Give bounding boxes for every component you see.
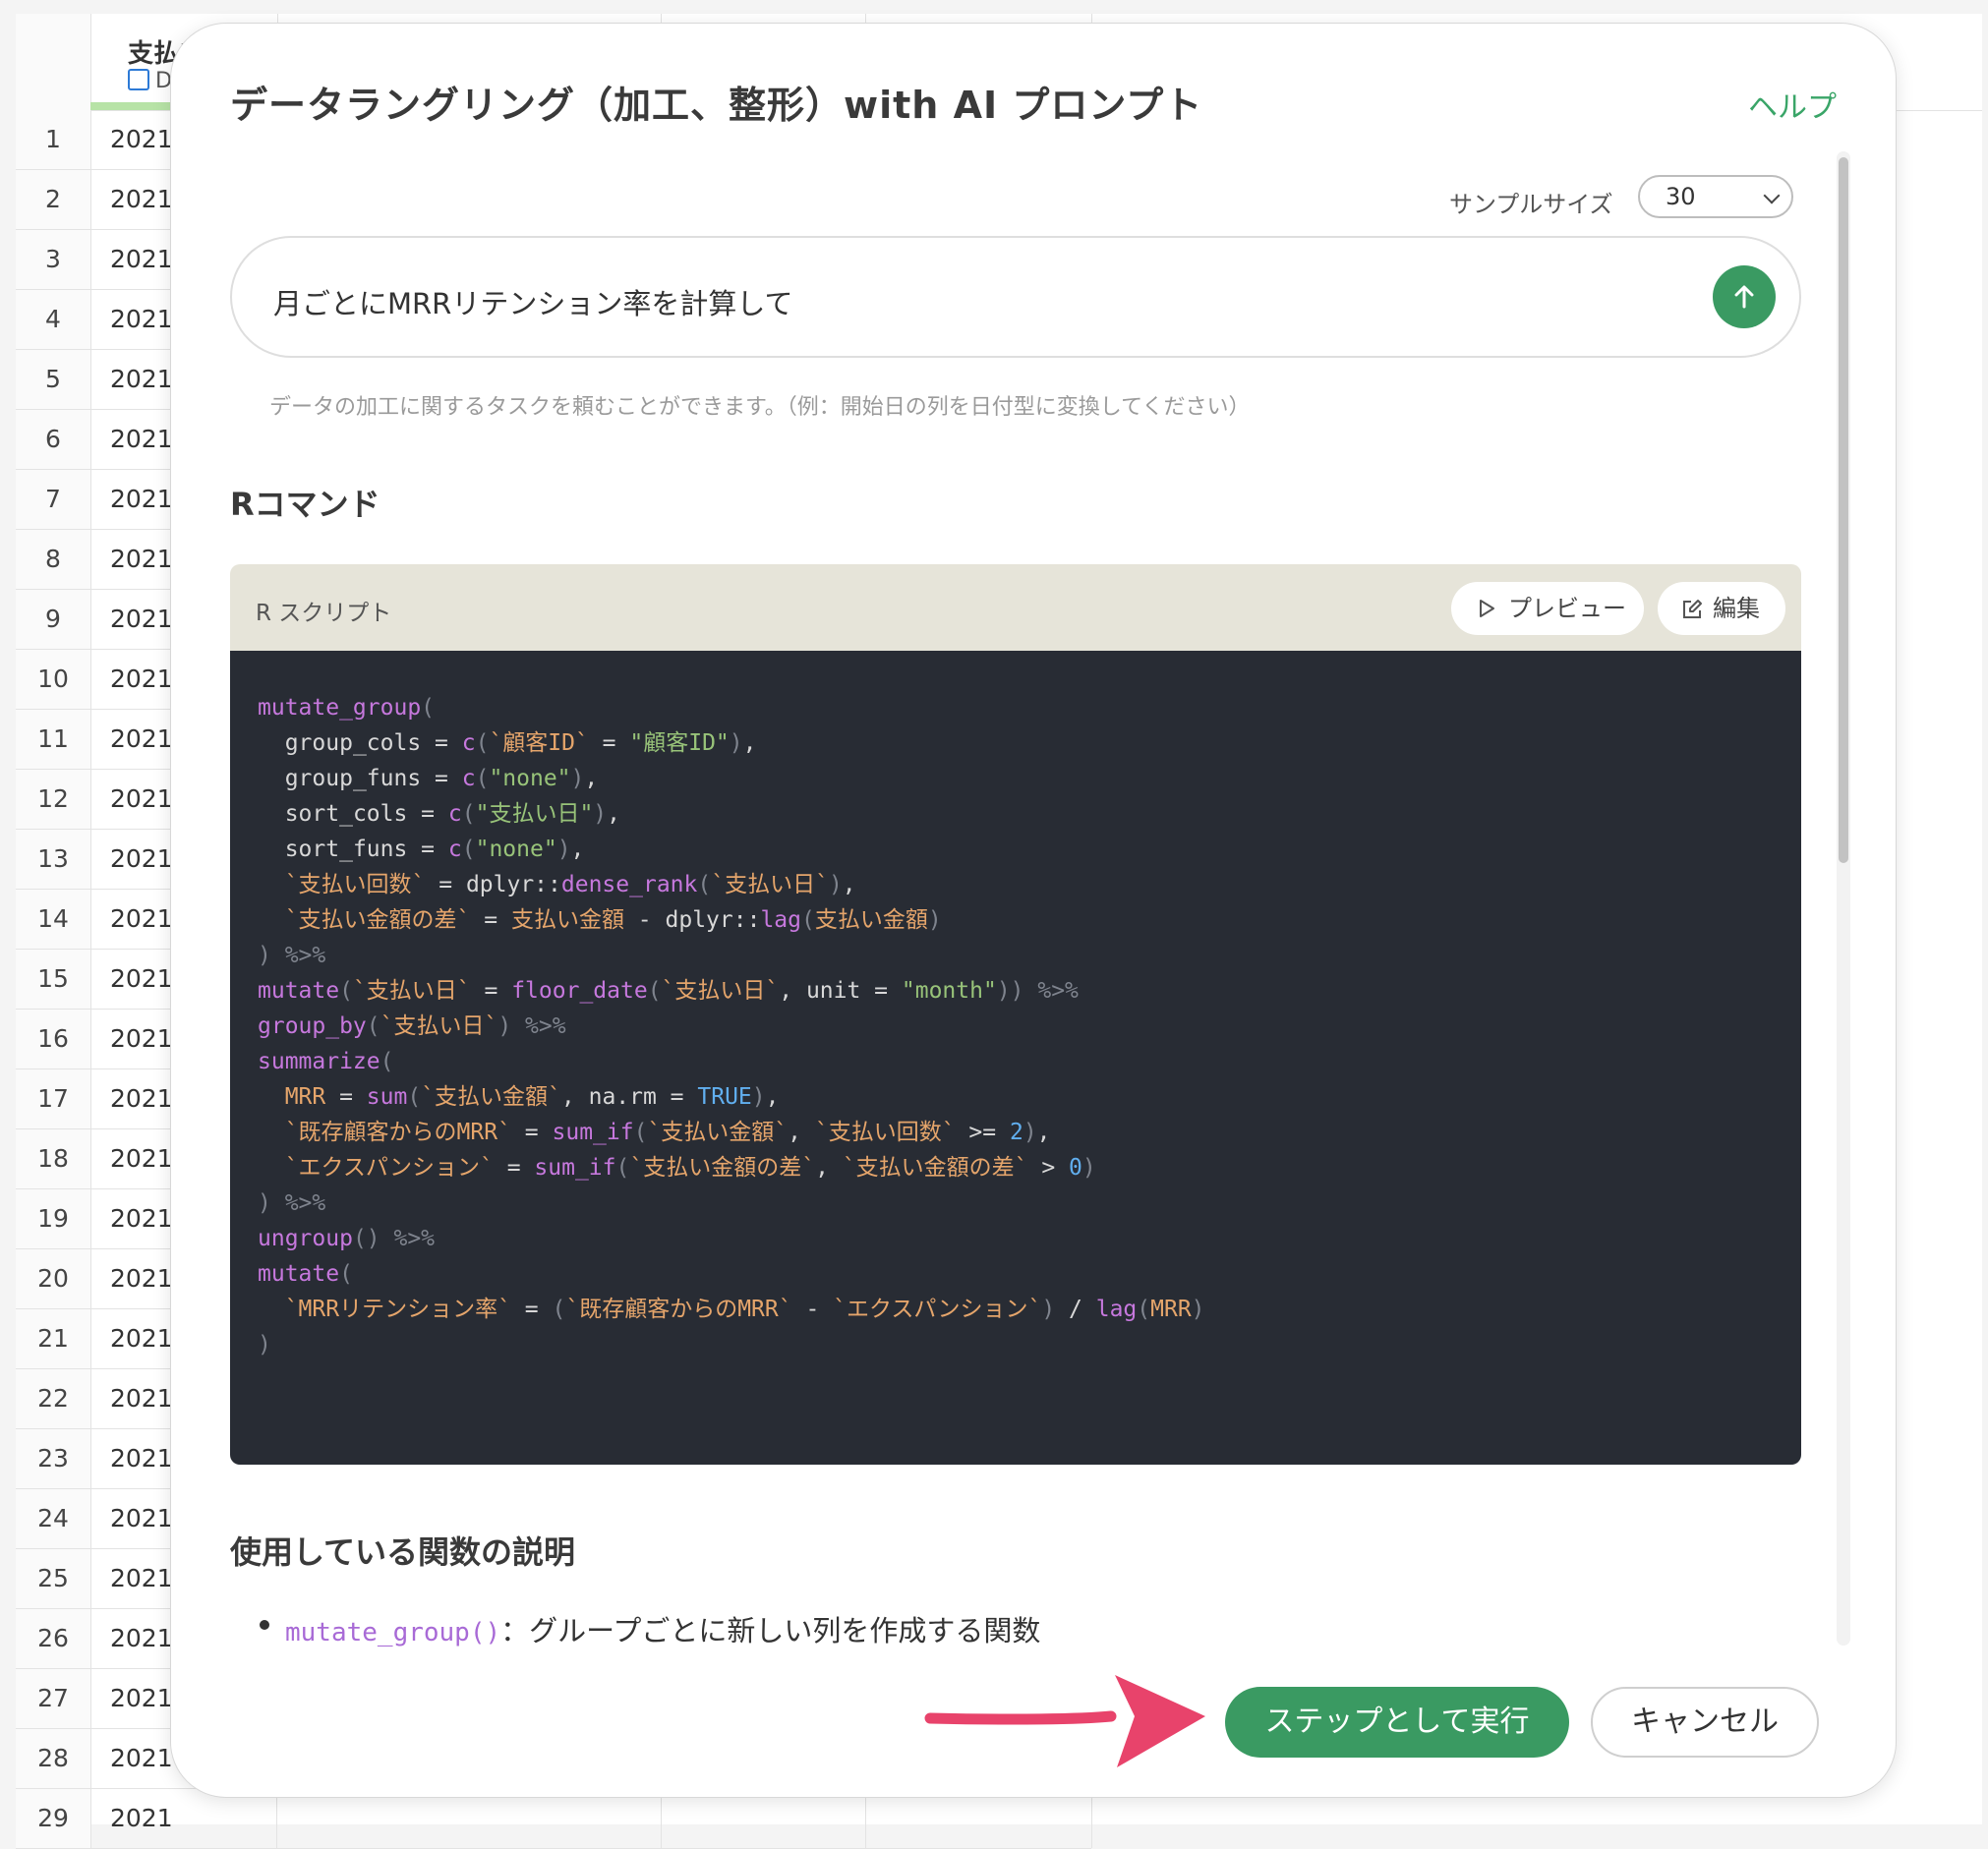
row-number: 8 (16, 530, 91, 589)
r-script-code[interactable]: mutate_group( group_cols = c(`顧客ID` = "顧… (230, 651, 1801, 1465)
play-icon (1480, 600, 1494, 617)
row-number: 6 (16, 410, 91, 469)
row-number: 14 (16, 890, 91, 949)
pointer-arrow (924, 1675, 1205, 1767)
table-cell[interactable] (277, 1789, 662, 1848)
row-number: 23 (16, 1429, 91, 1488)
row-number: 21 (16, 1309, 91, 1368)
table-cell[interactable] (661, 1789, 866, 1848)
sample-size-value: 30 (1666, 183, 1696, 210)
row-number: 22 (16, 1369, 91, 1428)
row-number: 18 (16, 1129, 91, 1188)
sample-size-select[interactable]: 30 (1638, 175, 1793, 218)
preview-label: プレビュー (1508, 595, 1626, 622)
prompt-hint: データの加工に関するタスクを頼むことができます。（例：開始日の列を日付型に変換し… (269, 395, 1251, 420)
row-number-header (16, 14, 91, 110)
r-command-heading: Rコマンド (230, 486, 380, 523)
row-number: 16 (16, 1010, 91, 1069)
row-number: 24 (16, 1489, 91, 1548)
row-number: 11 (16, 710, 91, 769)
run-as-step-button[interactable]: ステップとして実行 (1225, 1687, 1569, 1758)
calendar-icon (128, 69, 149, 90)
table-row: 29 2021 (16, 1789, 1092, 1849)
row-number: 27 (16, 1669, 91, 1728)
ai-prompt-dialog: データラングリング（加工、整形）with AI プロンプト ヘルプ サンプルサイ… (171, 24, 1896, 1797)
r-script-header: R スクリプト プレビュー 編集 (230, 564, 1801, 651)
dialog-title: データラングリング（加工、整形）with AI プロンプト (230, 84, 1203, 127)
row-number: 10 (16, 650, 91, 709)
row-number: 12 (16, 770, 91, 829)
r-script-card: R スクリプト プレビュー 編集 mutate_group( group_col… (230, 564, 1801, 1465)
row-number: 26 (16, 1609, 91, 1668)
scrollbar-thumb[interactable] (1839, 157, 1848, 863)
row-number: 17 (16, 1069, 91, 1128)
r-code: mutate_group( group_cols = c(`顧客ID` = "顧… (258, 695, 1205, 1358)
function-name[interactable]: mutate_group() (285, 1618, 500, 1647)
row-number: 1 (16, 110, 91, 169)
row-number: 20 (16, 1249, 91, 1308)
row-number: 13 (16, 830, 91, 889)
preview-button[interactable]: プレビュー (1451, 582, 1644, 635)
row-number: 3 (16, 230, 91, 289)
r-script-label: R スクリプト (256, 601, 392, 626)
row-number: 29 (16, 1789, 91, 1848)
arrow-up-icon (1734, 285, 1754, 309)
edit-button[interactable]: 編集 (1658, 582, 1785, 635)
prompt-text: 月ごとにMRRリテンション率を計算して (273, 287, 793, 320)
row-number: 2 (16, 170, 91, 229)
date-cell[interactable]: 2021 (90, 1789, 277, 1848)
sample-size-label: サンプルサイズ (1449, 191, 1613, 218)
function-description: ：グループごとに新しい列を作成する関数 (500, 1614, 1041, 1647)
table-cell[interactable] (865, 1789, 1092, 1848)
edit-icon (1683, 600, 1702, 618)
row-number: 9 (16, 590, 91, 649)
help-link[interactable]: ヘルプ (1748, 83, 1837, 126)
row-number: 28 (16, 1729, 91, 1788)
row-number: 25 (16, 1549, 91, 1608)
row-number: 4 (16, 290, 91, 349)
function-list-item: mutate_group()：グループごとに新しい列を作成する関数 (260, 1608, 1041, 1649)
functions-heading: 使用している関数の説明 (230, 1533, 576, 1571)
row-number: 19 (16, 1189, 91, 1248)
edit-label: 編集 (1713, 595, 1760, 622)
row-number: 15 (16, 950, 91, 1009)
row-number: 7 (16, 470, 91, 529)
bullet-dot (260, 1620, 269, 1630)
send-button[interactable] (1713, 265, 1776, 328)
chevron-down-icon (1763, 187, 1781, 204)
prompt-input[interactable]: 月ごとにMRRリテンション率を計算して (230, 236, 1801, 358)
row-number: 5 (16, 350, 91, 409)
cancel-button[interactable]: キャンセル (1591, 1687, 1819, 1758)
